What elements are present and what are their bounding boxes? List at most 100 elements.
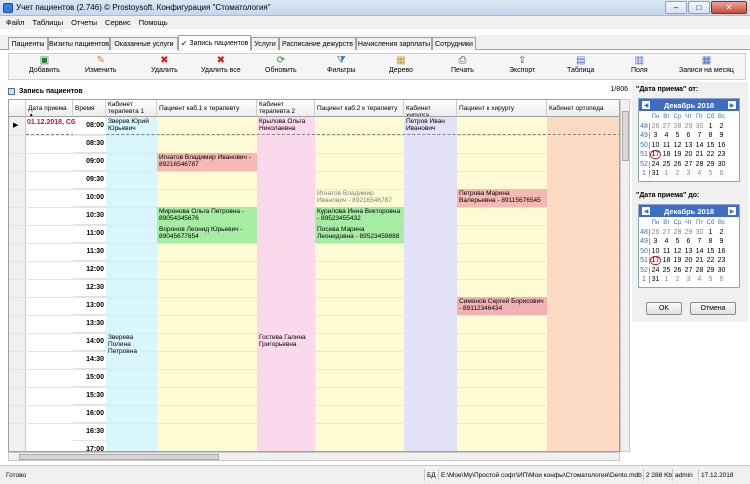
day-cell[interactable]: 29 bbox=[683, 229, 694, 236]
day-cell[interactable]: 2 bbox=[716, 123, 727, 130]
day-cell[interactable]: 15 bbox=[705, 142, 716, 149]
day-cell[interactable]: 23 bbox=[716, 257, 727, 264]
day-cell[interactable]: 4 bbox=[661, 238, 672, 245]
day-cell[interactable]: 16 bbox=[716, 142, 727, 149]
day-cell[interactable]: 24 bbox=[650, 161, 661, 168]
day-cell[interactable]: 31 bbox=[650, 170, 661, 177]
doctor-entry[interactable]: Петров Иван Иванович bbox=[404, 117, 457, 135]
tab-employees[interactable]: Сотрудники bbox=[432, 37, 476, 50]
day-cell[interactable]: 26 bbox=[650, 229, 661, 236]
day-cell[interactable]: 3 bbox=[650, 238, 661, 245]
day-cell[interactable]: 2 bbox=[672, 170, 683, 177]
day-cell[interactable]: 27 bbox=[661, 229, 672, 236]
vertical-scrollbar[interactable] bbox=[620, 99, 630, 452]
appointment-entry[interactable]: Посева Марина Леонидовна - 89523459888 bbox=[315, 225, 404, 243]
day-cell[interactable]: 27 bbox=[661, 123, 672, 130]
table-button[interactable]: ▤ Таблица bbox=[567, 55, 594, 74]
calendar-to[interactable]: Декабрь 2018 ◀ ▶ Пн Вт Ср Чт Пт Сб Вс 48… bbox=[638, 204, 740, 288]
today-day-cell[interactable]: 17 bbox=[650, 256, 661, 266]
day-cell[interactable]: 3 bbox=[683, 276, 694, 283]
next-month-icon[interactable]: ▶ bbox=[728, 101, 736, 109]
add-button[interactable]: ▣ Добавить bbox=[29, 55, 60, 74]
calendar-from[interactable]: Декабрь 2018 ◀ ▶ Пн Вт Ср Чт Пт Сб Вс 48… bbox=[638, 98, 740, 182]
appointments-grid[interactable]: Дата приема ▲ Время Кабинет терапевта 1 … bbox=[8, 99, 620, 452]
prev-month-icon[interactable]: ◀ bbox=[642, 207, 650, 215]
tab-visits[interactable]: Визиты пациентов bbox=[48, 37, 110, 50]
menu-help[interactable]: Помощь bbox=[139, 18, 168, 27]
day-cell[interactable]: 1 bbox=[705, 229, 716, 236]
header-surgeon[interactable]: Кабинет хирурга bbox=[404, 100, 457, 117]
menu-tables[interactable]: Таблицы bbox=[32, 18, 63, 27]
day-cell[interactable]: 25 bbox=[661, 267, 672, 274]
day-cell[interactable]: 19 bbox=[672, 257, 683, 264]
day-cell[interactable]: 22 bbox=[705, 257, 716, 264]
scrollbar-thumb[interactable] bbox=[622, 111, 629, 161]
day-cell[interactable]: 5 bbox=[705, 170, 716, 177]
day-cell[interactable]: 30 bbox=[694, 123, 705, 130]
day-cell[interactable]: 29 bbox=[683, 123, 694, 130]
header-patient2[interactable]: Пациент каб.2 к терапевту bbox=[315, 100, 404, 117]
appointment-entry[interactable]: Симонов Сергей Борисович - 89112346434 bbox=[457, 297, 547, 315]
filters-button[interactable]: ⧩ Фильтры bbox=[327, 55, 356, 74]
day-cell[interactable]: 14 bbox=[694, 248, 705, 255]
day-cell[interactable]: 27 bbox=[683, 161, 694, 168]
day-cell[interactable]: 18 bbox=[661, 151, 672, 158]
day-cell[interactable]: 1 bbox=[661, 276, 672, 283]
day-cell[interactable]: 6 bbox=[683, 132, 694, 139]
header-orthoped[interactable]: Кабинет ортопеда bbox=[547, 100, 619, 117]
day-cell[interactable]: 2 bbox=[672, 276, 683, 283]
maximize-button[interactable]: □ bbox=[688, 1, 710, 14]
day-cell[interactable]: 20 bbox=[683, 257, 694, 264]
appointment-entry[interactable]: Воронов Леонид Юрьевич - 89045677654 bbox=[157, 225, 257, 243]
day-cell[interactable]: 28 bbox=[672, 229, 683, 236]
day-cell[interactable]: 26 bbox=[672, 161, 683, 168]
day-cell[interactable]: 26 bbox=[650, 123, 661, 130]
day-cell[interactable]: 30 bbox=[694, 229, 705, 236]
appointment-entry[interactable]: Миронова Ольга Петровна - 89054345676 bbox=[157, 207, 257, 225]
day-cell[interactable]: 4 bbox=[694, 276, 705, 283]
day-cell[interactable]: 3 bbox=[650, 132, 661, 139]
day-cell[interactable]: 21 bbox=[694, 257, 705, 264]
day-cell[interactable]: 13 bbox=[683, 248, 694, 255]
day-cell[interactable]: 27 bbox=[683, 267, 694, 274]
appointment-entry[interactable]: Курилова Инна Викторовна - 89523455432 bbox=[315, 207, 404, 225]
day-cell[interactable]: 30 bbox=[716, 161, 727, 168]
month-records-button[interactable]: ▦ Записи на месяц bbox=[679, 55, 734, 74]
day-cell[interactable]: 2 bbox=[716, 229, 727, 236]
day-cell[interactable]: 11 bbox=[661, 248, 672, 255]
fields-button[interactable]: ▥ Поля bbox=[631, 55, 648, 74]
day-cell[interactable]: 1 bbox=[661, 170, 672, 177]
day-cell[interactable]: 11 bbox=[661, 142, 672, 149]
minimize-button[interactable]: – bbox=[665, 1, 687, 14]
day-cell[interactable]: 13 bbox=[683, 142, 694, 149]
header-patient1[interactable]: Пациент каб.1 к терапевту bbox=[157, 100, 257, 117]
appointment-entry[interactable]: Петрова Марина Валерьевна - 89115676545 bbox=[457, 189, 547, 207]
day-cell[interactable]: 25 bbox=[661, 161, 672, 168]
day-cell[interactable]: 19 bbox=[672, 151, 683, 158]
day-cell[interactable]: 5 bbox=[672, 238, 683, 245]
day-cell[interactable]: 18 bbox=[661, 257, 672, 264]
day-cell[interactable]: 4 bbox=[694, 170, 705, 177]
day-cell[interactable]: 28 bbox=[694, 161, 705, 168]
appointment-entry[interactable]: Игнатов Владимир Иванович - 89216546787 bbox=[157, 153, 257, 171]
header-time[interactable]: Время bbox=[73, 100, 106, 117]
day-cell[interactable]: 31 bbox=[650, 276, 661, 283]
ok-button[interactable]: OK bbox=[646, 302, 682, 315]
cancel-button[interactable]: Отмена bbox=[690, 302, 736, 315]
day-cell[interactable]: 23 bbox=[716, 151, 727, 158]
day-cell[interactable]: 20 bbox=[683, 151, 694, 158]
header-therapist1[interactable]: Кабинет терапевта 1 bbox=[106, 100, 157, 117]
day-cell[interactable]: 21 bbox=[694, 151, 705, 158]
scrollbar-thumb[interactable] bbox=[19, 454, 219, 460]
day-cell[interactable]: 1 bbox=[705, 123, 716, 130]
day-cell[interactable]: 12 bbox=[672, 142, 683, 149]
doctor-entry[interactable]: Зверева Полина Петровна bbox=[106, 333, 157, 361]
day-cell[interactable]: 6 bbox=[716, 276, 727, 283]
day-cell[interactable]: 14 bbox=[694, 142, 705, 149]
today-day-cell[interactable]: 17 bbox=[650, 150, 661, 160]
day-cell[interactable]: 24 bbox=[650, 267, 661, 274]
day-cell[interactable]: 28 bbox=[694, 267, 705, 274]
day-cell[interactable]: 26 bbox=[672, 267, 683, 274]
header-patient-surgeon[interactable]: Пациент к хирургу bbox=[457, 100, 547, 117]
day-cell[interactable]: 29 bbox=[705, 161, 716, 168]
